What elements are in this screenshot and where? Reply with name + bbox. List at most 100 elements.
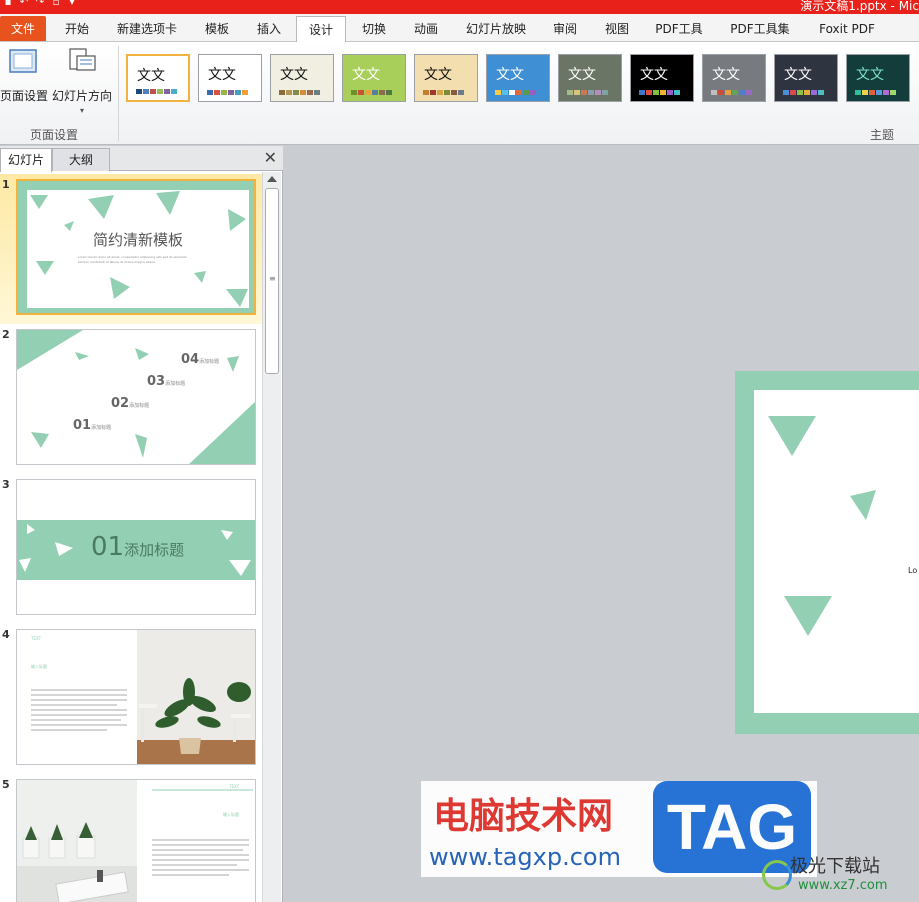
tab-animations[interactable]: 动画 <box>402 16 450 42</box>
color-swatch <box>530 90 536 95</box>
color-swatch <box>602 90 608 95</box>
pane-tab-bar: 幻灯片 大纲 ✕ <box>0 146 283 172</box>
color-swatch <box>502 90 508 95</box>
color-swatch <box>365 90 371 95</box>
slides-scrollbar[interactable]: ≡ <box>262 172 281 902</box>
theme-sample-text: 文文 <box>568 67 596 83</box>
tab-foxit-pdf[interactable]: Foxit PDF <box>808 16 886 42</box>
theme-sample-text: 文文 <box>352 67 380 83</box>
slide-5-tag: TEXT <box>229 784 240 789</box>
tab-insert[interactable]: 插入 <box>245 16 293 42</box>
page-setup-label: 页面设置 <box>0 89 49 103</box>
theme-thumbnail[interactable]: 文文 <box>630 54 694 102</box>
slide-thumbnail-5[interactable]: 5 TEXT 输入标题 <box>0 774 262 902</box>
theme-thumbnail[interactable]: 文文 <box>702 54 766 102</box>
slide-2-item-2: 02添加标题 <box>111 396 150 411</box>
slide-thumbnail-4[interactable]: 4 TEXT 输入标题 <box>0 624 262 774</box>
color-swatch <box>783 90 789 95</box>
theme-color-swatches <box>639 90 680 95</box>
theme-color-swatches <box>279 90 320 95</box>
slide-orientation-button[interactable]: 幻灯片方向 ▾ <box>50 46 114 115</box>
tab-slides[interactable]: 幻灯片 <box>0 148 52 172</box>
window-title: 演示文稿1.pptx - Mic <box>800 0 919 13</box>
slide-2-item-3: 03添加标题 <box>147 374 186 389</box>
page-setup-group-label: 页面设置 <box>30 128 79 142</box>
scroll-thumb[interactable]: ≡ <box>265 188 279 374</box>
color-swatch <box>855 90 861 95</box>
redo-icon[interactable]: ↷ <box>34 0 46 9</box>
tab-transitions[interactable]: 切换 <box>350 16 398 42</box>
color-swatch <box>451 90 457 95</box>
color-swatch <box>235 90 241 95</box>
color-swatch <box>430 90 436 95</box>
save-icon[interactable]: ▪ <box>2 0 14 9</box>
slide-number: 5 <box>2 778 10 791</box>
color-swatch <box>157 89 163 94</box>
color-swatch <box>718 90 724 95</box>
theme-thumbnail[interactable]: 文文 <box>774 54 838 102</box>
tab-pdf-toolset[interactable]: PDF工具集 <box>720 16 800 42</box>
color-swatch <box>790 90 796 95</box>
current-slide[interactable]: Lo <box>735 371 919 734</box>
theme-thumbnail[interactable]: 文文 <box>558 54 622 102</box>
slide-3-heading: 01添加标题 <box>91 532 185 562</box>
close-icon[interactable]: ✕ <box>264 148 277 167</box>
theme-thumbnail[interactable]: 文文 <box>414 54 478 102</box>
color-swatch <box>711 90 717 95</box>
slide-thumbnail-2[interactable]: 2 01添加标题 02添加标题 03添加标题 04添加标题 <box>0 324 262 474</box>
color-swatch <box>818 90 824 95</box>
theme-thumbnail[interactable]: 文文 <box>846 54 910 102</box>
tab-file[interactable]: 文件 <box>0 16 46 41</box>
color-swatch <box>725 90 731 95</box>
theme-color-swatches <box>351 90 392 95</box>
tab-review[interactable]: 审阅 <box>541 16 589 42</box>
theme-color-swatches <box>855 90 896 95</box>
color-swatch <box>207 90 213 95</box>
color-swatch <box>639 90 645 95</box>
color-swatch <box>372 90 378 95</box>
watermark-site-name: 电脑技术网 <box>433 796 614 837</box>
current-slide-subtitle: Lo <box>908 566 918 575</box>
tab-pdf-tools[interactable]: PDF工具 <box>646 16 712 42</box>
color-swatch <box>286 90 292 95</box>
page-setup-button[interactable]: 页面设置 <box>0 46 49 104</box>
slide-thumbnail-1[interactable]: 1 简约清新模板 Lorem ipsum dolor sit amet, con… <box>0 174 262 324</box>
theme-color-swatches <box>207 90 248 95</box>
tab-template[interactable]: 模板 <box>193 16 241 42</box>
theme-sample-text: 文文 <box>137 68 165 84</box>
quick-access-toolbar: ▪ ↶ ↷ ▫ ▾ <box>0 0 78 10</box>
tab-home[interactable]: 开始 <box>52 16 102 42</box>
customize-qat-icon[interactable]: ▾ <box>66 0 78 9</box>
color-swatch <box>293 90 299 95</box>
tab-view[interactable]: 视图 <box>593 16 641 42</box>
color-swatch <box>136 89 142 94</box>
tab-design[interactable]: 设计 <box>296 16 346 43</box>
tab-slideshow[interactable]: 幻灯片放映 <box>456 16 536 42</box>
theme-color-swatches <box>567 90 608 95</box>
theme-thumbnail[interactable]: 文文 <box>198 54 262 102</box>
undo-icon[interactable]: ↶ <box>18 0 30 9</box>
theme-thumbnail[interactable]: 文文 <box>342 54 406 102</box>
color-swatch <box>143 89 149 94</box>
tab-outline[interactable]: 大纲 <box>52 148 110 171</box>
slide-thumbnail-3[interactable]: 3 01添加标题 <box>0 474 262 624</box>
theme-color-swatches <box>136 89 177 94</box>
color-swatch <box>171 89 177 94</box>
new-file-icon[interactable]: ▫ <box>50 0 62 9</box>
color-swatch <box>386 90 392 95</box>
theme-thumbnail[interactable]: 文文 <box>486 54 550 102</box>
current-slide-graphic <box>768 416 876 636</box>
group-divider <box>118 46 119 141</box>
theme-thumbnail[interactable]: 文文 <box>270 54 334 102</box>
slide-preview: TEXT 输入标题 <box>16 779 256 902</box>
slide-2-item-4: 04添加标题 <box>181 352 220 367</box>
theme-thumbnail[interactable]: 文文 <box>126 54 190 102</box>
color-swatch <box>509 90 515 95</box>
grip-icon: ≡ <box>269 274 276 283</box>
slide-orientation-label: 幻灯片方向 <box>51 89 112 103</box>
color-swatch <box>804 90 810 95</box>
color-swatch <box>214 90 220 95</box>
tab-new[interactable]: 新建选项卡 <box>106 16 188 42</box>
secondary-watermark-name: 极光下载站 <box>790 856 880 877</box>
scroll-up-arrow-icon[interactable] <box>267 176 277 182</box>
